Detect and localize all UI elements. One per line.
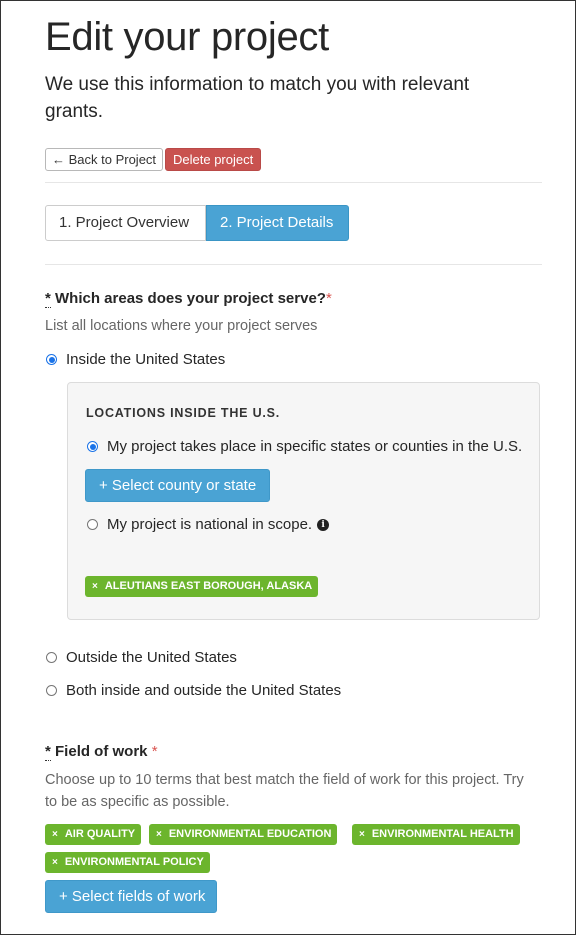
- required-abbr: *: [45, 743, 51, 761]
- radio-outside-us[interactable]: Outside the United States: [46, 649, 237, 666]
- remove-tag-icon[interactable]: ×: [359, 824, 365, 845]
- panel-heading: LOCATIONS INSIDE THE U.S.: [86, 406, 281, 420]
- radio-label: Inside the United States: [66, 351, 226, 368]
- step-tabs: 1. Project Overview 2. Project Details: [45, 205, 349, 241]
- tag-label: ENVIRONMENTAL HEALTH: [371, 828, 514, 840]
- radio-button[interactable]: [46, 685, 57, 696]
- radio-label: Outside the United States: [66, 649, 237, 666]
- select-fields-of-work-button[interactable]: + Select fields of work: [45, 880, 217, 913]
- radio-both-inside-outside[interactable]: Both inside and outside the United State…: [46, 682, 341, 699]
- tag-label: ENVIRONMENTAL POLICY: [64, 856, 204, 868]
- tag-label: ALEUTIANS EAST BOROUGH, ALASKA: [104, 580, 313, 592]
- tag-label: ENVIRONMENTAL EDUCATION: [168, 828, 332, 840]
- radio-label: Both inside and outside the United State…: [66, 682, 342, 699]
- radio-label: My project takes place in specific state…: [107, 438, 523, 455]
- field-tag-air-quality: × AIR QUALITY: [45, 824, 142, 845]
- areas-question-text: Which areas does your project serve?: [55, 290, 326, 307]
- radio-button[interactable]: [87, 441, 98, 452]
- back-to-project-button[interactable]: ← Back to Project: [45, 148, 164, 171]
- field-tag-environmental-health: × ENVIRONMENTAL HEALTH: [352, 824, 520, 845]
- page-subtitle: We use this information to match you wit…: [45, 74, 470, 122]
- location-tag: × ALEUTIANS EAST BOROUGH, ALASKA: [85, 576, 319, 597]
- radio-button[interactable]: [46, 354, 57, 365]
- locations-inside-us-panel: LOCATIONS INSIDE THE U.S. My project tak…: [67, 382, 540, 620]
- radio-button[interactable]: [46, 652, 57, 663]
- radio-inside-us[interactable]: Inside the United States: [46, 351, 225, 368]
- page-title: Edit your project: [45, 15, 329, 59]
- areas-hint: List all locations where your project se…: [45, 318, 318, 334]
- tab-project-details[interactable]: 2. Project Details: [206, 205, 349, 241]
- required-abbr: *: [45, 290, 51, 308]
- remove-tag-icon[interactable]: ×: [156, 824, 162, 845]
- areas-question-label: * Which areas does your project serve?*: [45, 290, 332, 308]
- required-mark: *: [325, 290, 332, 307]
- radio-national-scope[interactable]: My project is national in scope. i: [87, 516, 330, 533]
- required-mark: *: [151, 743, 158, 760]
- page: Edit your project We use this informatio…: [0, 0, 576, 935]
- divider: [45, 264, 542, 265]
- field-of-work-hint: Choose up to 10 terms that best match th…: [45, 772, 524, 810]
- tab-project-overview[interactable]: 1. Project Overview: [45, 205, 206, 241]
- radio-label: My project is national in scope.: [107, 516, 313, 533]
- remove-tag-icon[interactable]: ×: [92, 576, 98, 597]
- tag-label: AIR QUALITY: [64, 828, 136, 840]
- radio-button[interactable]: [87, 519, 98, 530]
- remove-tag-icon[interactable]: ×: [52, 852, 58, 873]
- divider: [45, 182, 542, 183]
- remove-tag-icon[interactable]: ×: [52, 824, 58, 845]
- delete-project-button[interactable]: Delete project: [165, 148, 262, 171]
- radio-specific-states[interactable]: My project takes place in specific state…: [87, 438, 522, 455]
- field-of-work-label: * Field of work *: [45, 743, 158, 761]
- select-county-or-state-button[interactable]: + Select county or state: [85, 469, 271, 502]
- field-tag-environmental-policy: × ENVIRONMENTAL POLICY: [45, 852, 210, 873]
- info-icon[interactable]: i: [317, 518, 330, 531]
- field-of-work-text: Field of work: [55, 743, 148, 760]
- field-tag-environmental-education: × ENVIRONMENTAL EDUCATION: [149, 824, 338, 845]
